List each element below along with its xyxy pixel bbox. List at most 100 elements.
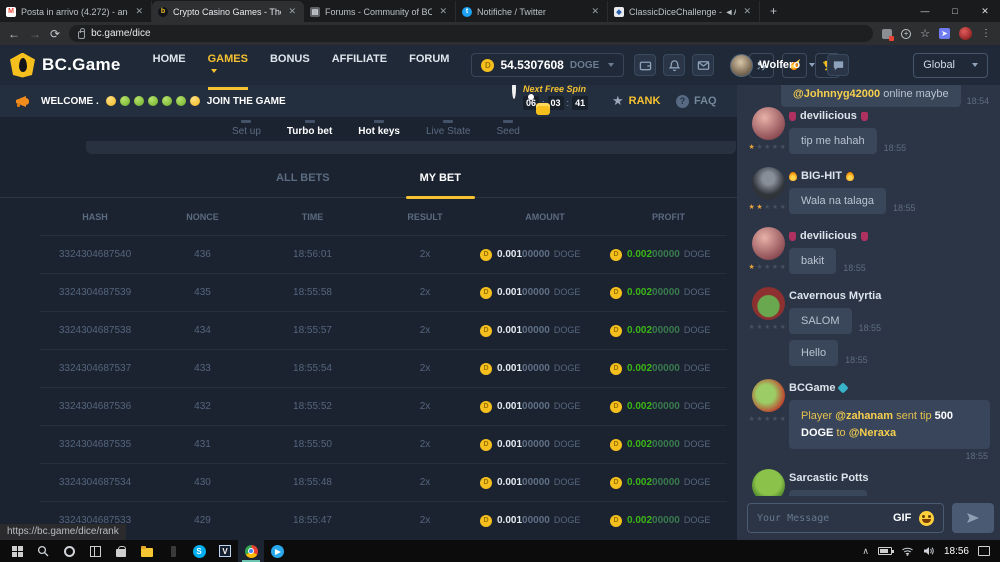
table-row[interactable]: 3324304687535 431 18:55:50 2x 0.00100000…: [40, 425, 727, 463]
table-row[interactable]: 3324304687538 434 18:55:57 2x 0.00100000…: [40, 311, 727, 349]
notifications-button[interactable]: [663, 54, 685, 76]
avatar[interactable]: [752, 379, 785, 412]
browser-menu-icon[interactable]: ⋮: [981, 28, 992, 39]
bcgame-logo[interactable]: BC.Game: [10, 53, 121, 78]
close-tab-icon[interactable]: ✕: [741, 6, 753, 17]
live-state-button[interactable]: Live State: [426, 122, 470, 137]
nav-bonus[interactable]: BONUS: [270, 40, 310, 90]
skype-button[interactable]: S: [186, 540, 212, 562]
v-app-button[interactable]: V: [212, 540, 238, 562]
avatar[interactable]: [752, 287, 785, 320]
hot-keys-button[interactable]: Hot keys: [358, 122, 400, 137]
message-time: 18:55: [893, 203, 916, 214]
wallet-button[interactable]: [634, 54, 656, 76]
nav-games[interactable]: GAMES: [208, 40, 248, 90]
reload-button[interactable]: ⟳: [50, 27, 60, 41]
nav-affiliate[interactable]: AFFILIATE: [332, 40, 387, 90]
table-row[interactable]: 3324304687533 429 18:55:47 2x 0.00100000…: [40, 501, 727, 539]
gif-button[interactable]: GIF: [893, 512, 911, 524]
balance-selector[interactable]: 54.5307608 DOGE: [471, 53, 624, 77]
close-tab-icon[interactable]: ✕: [286, 6, 298, 17]
minimize-button[interactable]: —: [910, 0, 940, 22]
avatar[interactable]: [752, 167, 785, 200]
tab-twitter[interactable]: t Notifiche / Twitter ✕: [456, 1, 608, 22]
avatar[interactable]: [752, 227, 785, 260]
wifi-icon[interactable]: [901, 546, 914, 556]
table-row[interactable]: 3324304687536 432 18:55:52 2x 0.00100000…: [40, 387, 727, 425]
search-button[interactable]: [30, 540, 56, 562]
setup-button[interactable]: Set up: [232, 122, 261, 137]
back-button[interactable]: ←: [8, 27, 20, 41]
action-center-icon[interactable]: [978, 546, 990, 556]
task-view-button[interactable]: [82, 540, 108, 562]
bet-profit: 0.00200000DOGE: [610, 287, 727, 299]
store-button[interactable]: [108, 540, 134, 562]
nav-home[interactable]: HOME: [153, 40, 186, 90]
avatar[interactable]: [752, 469, 785, 496]
tray-expand-icon[interactable]: ∧: [862, 546, 869, 557]
bet-amount: 0.00100000DOGE: [480, 401, 610, 413]
chat-username[interactable]: BIG-HIT: [789, 170, 990, 182]
start-button[interactable]: [4, 540, 30, 562]
bet-time: 18:55:48: [255, 477, 370, 488]
table-row[interactable]: 3324304687540 436 18:56:01 2x 0.00100000…: [40, 235, 727, 273]
close-tab-icon[interactable]: ✕: [133, 6, 145, 17]
telegram-button[interactable]: [264, 540, 290, 562]
tab-forums[interactable]: ▤ Forums - Community of BC.Gam ✕: [304, 1, 456, 22]
table-row[interactable]: 3324304687534 430 18:55:48 2x 0.00100000…: [40, 463, 727, 501]
join-the-game-text[interactable]: JOIN THE GAME: [207, 96, 286, 107]
seed-button[interactable]: Seed: [496, 122, 519, 137]
main-area: BC.Game HOME GAMES BONUS AFFILIATE FORUM…: [0, 45, 737, 540]
bookmark-star-icon[interactable]: ☆: [920, 27, 930, 40]
chat-username[interactable]: devilicious: [789, 230, 990, 242]
extension-cursor-icon[interactable]: ➤: [939, 28, 950, 39]
apple-emoji-icon: [120, 96, 130, 106]
username: Wolfero: [759, 59, 800, 71]
tab-all-bets[interactable]: ALL BETS: [262, 172, 344, 197]
bet-hash: 3324304687538: [40, 325, 150, 336]
pinned-app-button[interactable]: [160, 540, 186, 562]
rank-button[interactable]: ★ RANK: [612, 93, 660, 109]
clock[interactable]: 18:56: [944, 546, 969, 557]
new-tab-button[interactable]: +: [760, 1, 787, 22]
turbo-bet-button[interactable]: Turbo bet: [287, 122, 332, 137]
tab-title: Notifiche / Twitter: [477, 7, 584, 17]
chat-username[interactable]: Sarcastic Potts: [789, 472, 990, 484]
chat-message-input[interactable]: [757, 513, 885, 524]
cortana-button[interactable]: [56, 540, 82, 562]
avatar[interactable]: [752, 107, 785, 140]
nav-forum[interactable]: FORUM: [409, 40, 449, 90]
faq-button[interactable]: ? FAQ: [676, 95, 717, 108]
mention[interactable]: @zahanam: [835, 410, 893, 422]
file-explorer-button[interactable]: [134, 540, 160, 562]
browser-profile-avatar[interactable]: [959, 27, 972, 40]
messages-button[interactable]: [692, 54, 714, 76]
mention[interactable]: @Neraxa: [849, 427, 896, 439]
tab-dicechallenge[interactable]: ◆ ClassicDiceChallenge - ◄Annou ✕: [608, 1, 760, 22]
chat-username[interactable]: devilicious: [789, 110, 990, 122]
forward-button[interactable]: →: [29, 27, 41, 41]
chat-username[interactable]: BCGame: [789, 382, 990, 394]
chat-toggle-button[interactable]: [827, 54, 849, 76]
extension-target-icon[interactable]: +: [901, 29, 911, 39]
user-menu[interactable]: Wolfero: [730, 54, 815, 77]
tab-gmail[interactable]: M Posta in arrivo (4.272) - andreaja ✕: [0, 1, 152, 22]
close-tab-icon[interactable]: ✕: [437, 6, 449, 17]
chat-channel-select[interactable]: Global: [913, 53, 988, 78]
bet-result: 2x: [370, 477, 480, 488]
extension-badge-icon[interactable]: [882, 29, 892, 39]
speaker-icon[interactable]: [923, 546, 935, 556]
emoji-picker-icon[interactable]: [919, 511, 934, 526]
table-row[interactable]: 3324304687539 435 18:55:58 2x 0.00100000…: [40, 273, 727, 311]
table-row[interactable]: 3324304687537 433 18:55:54 2x 0.00100000…: [40, 349, 727, 387]
battery-icon[interactable]: [878, 547, 892, 555]
send-message-button[interactable]: [952, 503, 994, 533]
tab-bcgame-active[interactable]: b Crypto Casino Games - The 8 Be ✕: [152, 1, 304, 22]
close-tab-icon[interactable]: ✕: [589, 6, 601, 17]
maximize-button[interactable]: □: [940, 0, 970, 22]
chrome-taskbar-button[interactable]: [238, 540, 264, 562]
tab-my-bet[interactable]: MY BET: [406, 172, 475, 197]
chat-username[interactable]: Cavernous Myrtia: [789, 290, 990, 302]
close-window-button[interactable]: ✕: [970, 0, 1000, 22]
vip-stars: ★★★★★: [749, 203, 788, 211]
